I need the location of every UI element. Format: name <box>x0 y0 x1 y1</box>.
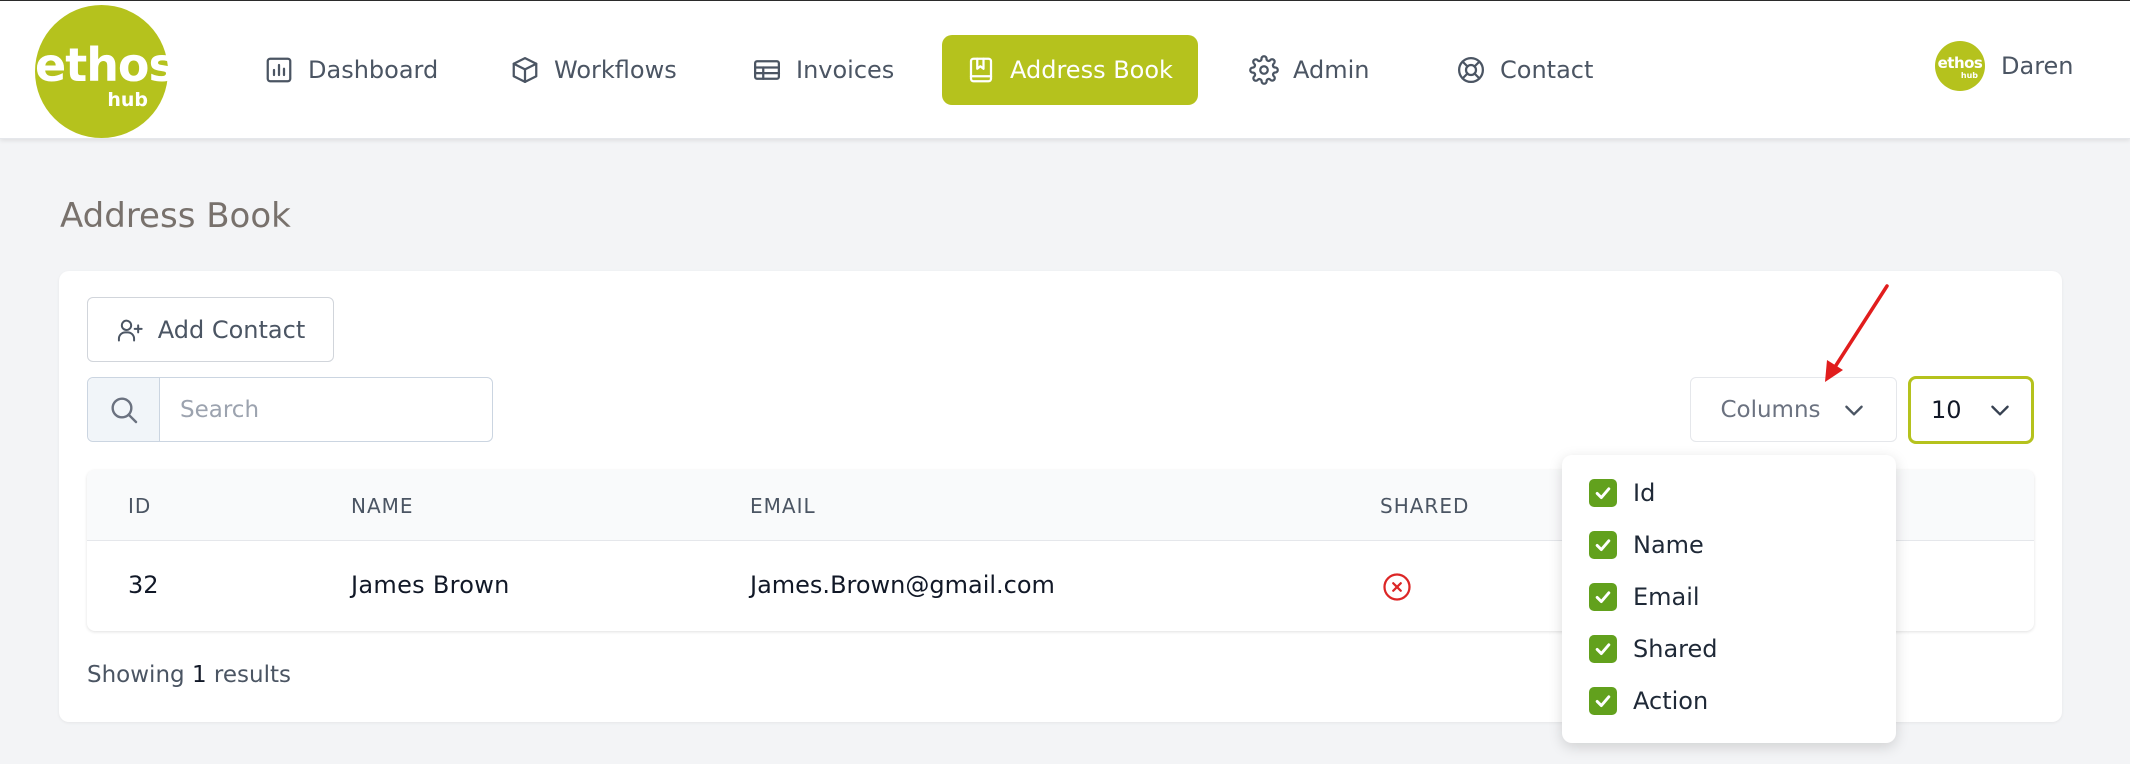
add-contact-button[interactable]: Add Contact <box>87 297 334 362</box>
search-icon-container <box>88 378 160 441</box>
column-option-label: Shared <box>1633 635 1718 663</box>
column-option-label: Id <box>1633 479 1656 507</box>
cell-email: James.Brown@gmail.com <box>750 571 1055 599</box>
user-name: Daren <box>2001 52 2074 80</box>
lifebuoy-icon <box>1458 57 1484 83</box>
checkbox[interactable] <box>1589 687 1617 715</box>
not-shared-x-circle-icon <box>1383 573 1411 601</box>
cell-name: James Brown <box>351 571 510 599</box>
check-icon <box>1595 591 1611 604</box>
avatar-main-text: ethos <box>1937 54 1983 72</box>
per-page-select[interactable]: 10 <box>1908 376 2034 444</box>
checkbox[interactable] <box>1589 583 1617 611</box>
column-option-id[interactable]: Id <box>1589 477 1655 509</box>
search-box <box>87 377 493 442</box>
column-option-name[interactable]: Name <box>1589 529 1704 561</box>
logo-sub-text: hub <box>107 89 148 111</box>
logo-main-text: ethos <box>35 38 176 92</box>
column-header-email[interactable]: EMAIL <box>750 494 816 518</box>
check-icon <box>1595 487 1611 500</box>
annotation-arrow-icon <box>1825 284 1889 382</box>
showing-prefix: Showing <box>87 662 185 688</box>
nav-label: Workflows <box>554 56 677 84</box>
results-count: 1 <box>191 662 207 688</box>
checkbox[interactable] <box>1589 531 1617 559</box>
nav-label: Invoices <box>796 56 895 84</box>
column-option-shared[interactable]: Shared <box>1589 633 1718 665</box>
nav-workflows[interactable]: Workflows <box>486 35 701 105</box>
page-title: Address Book <box>60 196 291 236</box>
nav-label: Dashboard <box>308 56 439 84</box>
user-plus-icon <box>117 319 143 341</box>
column-header-shared[interactable]: SHARED <box>1380 494 1469 518</box>
column-option-label: Action <box>1633 687 1709 715</box>
check-icon <box>1595 695 1611 708</box>
cell-id: 32 <box>128 571 159 599</box>
per-page-value: 10 <box>1931 396 1962 424</box>
columns-dropdown-menu: Id Name Email Shared Action <box>1562 455 1896 743</box>
search-input[interactable] <box>160 378 492 441</box>
add-contact-label: Add Contact <box>157 315 306 344</box>
checkbox[interactable] <box>1589 635 1617 663</box>
column-option-label: Name <box>1633 531 1704 559</box>
column-header-name[interactable]: NAME <box>351 494 414 518</box>
chevron-down-icon <box>1844 405 1863 416</box>
table-icon <box>754 60 780 80</box>
cube-icon <box>512 57 538 83</box>
nav-address-book[interactable]: Address Book <box>942 35 1198 105</box>
nav-invoices[interactable]: Invoices <box>728 35 918 105</box>
gear-icon <box>1249 55 1279 85</box>
top-navigation-bar: ethos hub Dashboard Workflows Invoices A… <box>0 0 2130 139</box>
user-menu[interactable]: ethos hub Daren <box>1935 41 2074 91</box>
nav-label: Address Book <box>1010 56 1173 84</box>
column-option-label: Email <box>1633 583 1700 611</box>
chevron-down-icon <box>1991 405 2009 416</box>
columns-label: Columns <box>1720 396 1821 423</box>
chart-icon <box>266 57 292 83</box>
nav-label: Contact <box>1500 56 1594 84</box>
results-summary: Showing 1 results <box>87 662 291 688</box>
check-icon <box>1595 539 1611 552</box>
nav-dashboard[interactable]: Dashboard <box>240 35 462 105</box>
ethos-hub-logo[interactable]: ethos hub <box>35 5 176 138</box>
check-icon <box>1595 643 1611 656</box>
column-option-action[interactable]: Action <box>1589 685 1708 717</box>
search-icon <box>110 396 137 423</box>
checkbox[interactable] <box>1589 479 1617 507</box>
column-header-id[interactable]: ID <box>128 494 151 518</box>
nav-admin[interactable]: Admin <box>1225 35 1394 105</box>
nav-label: Admin <box>1293 56 1370 84</box>
bookmark-book-icon <box>969 57 993 83</box>
showing-suffix: results <box>213 662 291 688</box>
avatar-sub-text: hub <box>1960 71 1978 80</box>
column-option-email[interactable]: Email <box>1589 581 1700 613</box>
avatar: ethos hub <box>1935 41 1985 91</box>
nav-contact[interactable]: Contact <box>1432 35 1617 105</box>
